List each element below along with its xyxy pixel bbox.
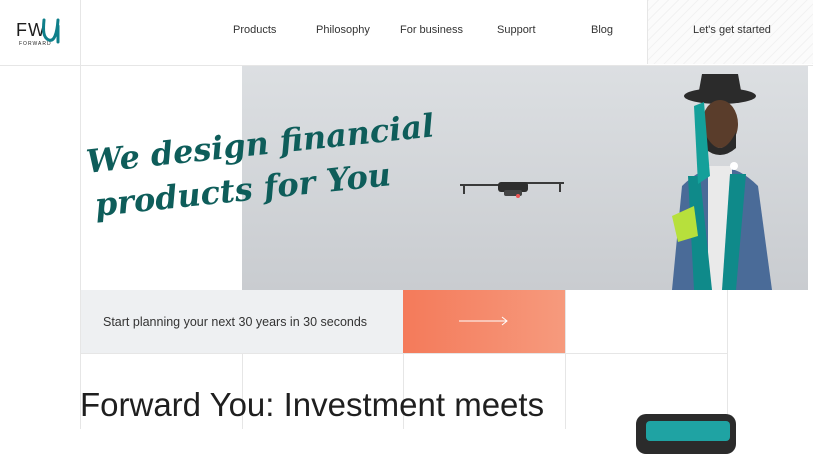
plan-banner[interactable]: Start planning your next 30 years in 30 … [81, 290, 403, 353]
grid-line [565, 290, 566, 429]
section-title: Forward You: Investment meets [80, 386, 545, 423]
logo-u-mark [42, 18, 60, 44]
start-planning-button[interactable] [403, 290, 565, 353]
nav-support[interactable]: Support [497, 24, 536, 36]
drone-icon [460, 182, 564, 198]
nav-philosophy[interactable]: Philosophy [316, 24, 370, 36]
brand-logo[interactable]: FW FORWARD [16, 16, 68, 50]
arrow-right-icon [459, 316, 508, 326]
plan-text: Start planning your next 30 years in 30 … [103, 315, 368, 329]
grid-line [727, 290, 728, 429]
nav-for-business[interactable]: For business [400, 24, 463, 36]
phone-screen [646, 421, 730, 441]
nav-products[interactable]: Products [233, 24, 276, 36]
nav-blog[interactable]: Blog [591, 24, 613, 36]
person-figure [672, 74, 772, 290]
get-started-label: Let's get started [693, 24, 771, 36]
grid-line [80, 353, 728, 354]
get-started-button[interactable]: Let's get started [647, 0, 813, 64]
